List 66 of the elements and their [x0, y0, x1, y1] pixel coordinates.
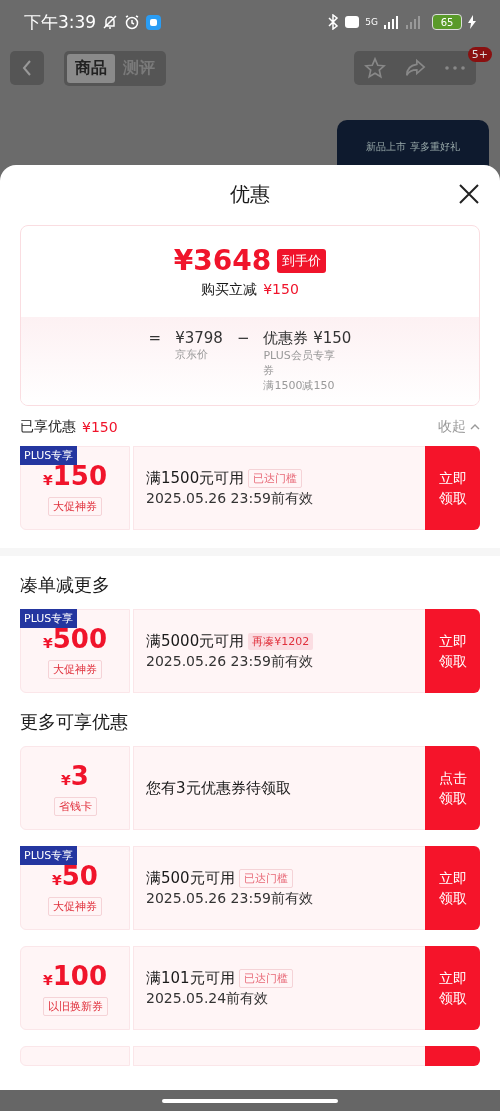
- network-label: 5G: [365, 17, 378, 27]
- coupon-category: 省钱卡: [53, 796, 97, 816]
- plus-tag: PLUS专享: [20, 846, 78, 865]
- saving-amount: ¥150: [263, 281, 299, 299]
- hd-icon: [345, 16, 360, 28]
- more-icon[interactable]: [444, 65, 466, 71]
- battery-level: 65: [432, 14, 462, 30]
- coupon-category: 以旧换新券: [42, 996, 108, 1016]
- discount-amount: 优惠券 ¥150: [263, 329, 352, 348]
- claim-button[interactable]: 点击领取: [425, 746, 480, 830]
- coupon-category: 大促神券: [48, 896, 102, 916]
- back-button[interactable]: [10, 51, 44, 85]
- caret-up-icon: [470, 424, 480, 430]
- charging-icon: [468, 15, 476, 29]
- claim-button[interactable]: 立即领取: [425, 609, 480, 693]
- nav-tab[interactable]: 商品: [67, 53, 115, 83]
- claim-button[interactable]: 立即领取: [425, 446, 480, 530]
- sheet-title: 优惠: [230, 180, 270, 208]
- discount-note: PLUS会员专享券: [263, 348, 336, 378]
- coupon-validity: 2025.05.26 23:59前有效: [146, 889, 314, 908]
- home-indicator[interactable]: [162, 1098, 338, 1103]
- star-icon[interactable]: [364, 57, 386, 79]
- close-icon[interactable]: [458, 183, 480, 205]
- collapse-button[interactable]: 收起: [438, 418, 480, 436]
- chevron-left-icon: [21, 59, 33, 77]
- equals-sign: =: [148, 329, 162, 349]
- coupon-validity: 2025.05.26 23:59前有效: [146, 489, 314, 508]
- coupon-condition: 满500元可用: [146, 868, 235, 888]
- coupon-condition: 满5000元可用: [146, 631, 245, 651]
- coupon-validity: 2025.05.24前有效: [146, 989, 270, 1008]
- final-price: ¥3648: [173, 244, 272, 277]
- coupon-amount: ¥100: [43, 960, 107, 993]
- bell-off-icon: [102, 14, 119, 30]
- plus-tag: PLUS专享: [20, 446, 78, 465]
- app-icon: [146, 14, 162, 30]
- price-tag: 到手价: [277, 248, 327, 273]
- threshold-badge: 再凑¥1202: [248, 632, 314, 650]
- coupon-condition: 满1500元可用: [146, 468, 245, 488]
- plus-tag: PLUS专享: [20, 609, 78, 628]
- claim-button[interactable]: 立即领取: [425, 846, 480, 930]
- applied-amount: ¥150: [82, 419, 118, 435]
- claim-button[interactable]: [425, 1046, 480, 1066]
- coupon-condition: 满101元可用: [146, 968, 235, 988]
- notification-badge: 5+: [467, 47, 492, 62]
- section-title: 更多可享优惠: [19, 710, 129, 734]
- threshold-badge: 已达门槛: [238, 968, 293, 988]
- claim-button[interactable]: 立即领取: [425, 946, 480, 1030]
- bluetooth-icon: [327, 14, 340, 30]
- threshold-badge: 已达门槛: [238, 868, 293, 888]
- share-icon[interactable]: [404, 57, 426, 79]
- discount-note: 满1500减150: [263, 378, 336, 393]
- base-price: ¥3798: [175, 329, 223, 347]
- coupon-amount: ¥3: [61, 760, 89, 793]
- base-price-label: 京东价: [175, 347, 210, 362]
- saving-label: 购买立减: [201, 281, 258, 299]
- coupon-category: 大促神券: [48, 659, 102, 679]
- minus-sign: −: [236, 329, 250, 349]
- applied-label: 已享优惠: [20, 418, 76, 436]
- threshold-badge: 已达门槛: [248, 468, 303, 488]
- status-time: 下午3:39: [24, 10, 97, 34]
- coupon-category: 大促神券: [48, 496, 102, 516]
- alarm-icon: [124, 14, 141, 30]
- banner-text: 新品上市 享多重好礼: [366, 140, 460, 154]
- coupon-condition: 您有3元优惠券待领取: [146, 778, 291, 798]
- section-title: 凑单减更多: [19, 573, 111, 597]
- coupon-validity: 2025.05.26 23:59前有效: [146, 652, 314, 671]
